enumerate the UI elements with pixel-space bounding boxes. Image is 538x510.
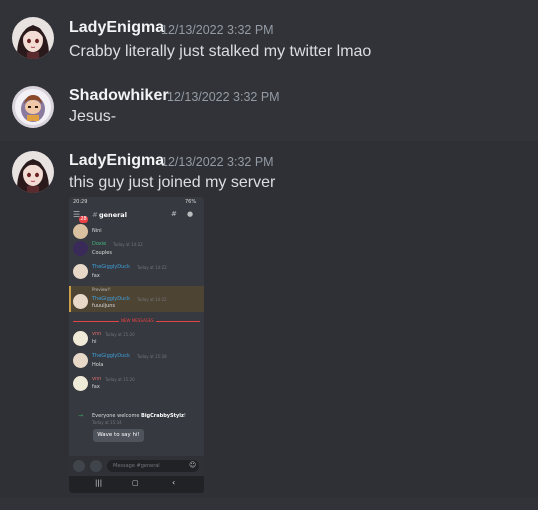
android-nav-bar: ||| ▢ ‹: [69, 476, 204, 493]
welcome-prefix: Everyone welcome: [92, 413, 142, 419]
welcome-message: Everyone welcome BigCrabbyStylz!: [92, 413, 186, 419]
join-arrow-icon: →: [78, 412, 84, 419]
message-content: Crabby literally just stalked my twitter…: [69, 43, 372, 60]
phone-timestamp: Today at 14:22: [137, 297, 167, 302]
phone-author: vnn: [92, 331, 102, 337]
phone-message-text: Hola: [92, 362, 104, 368]
phone-timestamp: Today at 14:22: [113, 242, 143, 247]
members-icon[interactable]: ●: [187, 210, 193, 218]
phone-message-text: fuuuljuns: [92, 303, 115, 309]
message-content: this guy just joined my server: [69, 174, 276, 191]
message-input[interactable]: Message #general ☺: [107, 460, 199, 472]
back-icon[interactable]: ‹: [172, 478, 175, 487]
author-name[interactable]: LadyEnigma: [69, 19, 164, 37]
author-name[interactable]: LadyEnigma: [69, 152, 164, 170]
channel-hash-icon: #: [92, 211, 98, 219]
avatar: [73, 331, 88, 346]
phone-author: vnn: [92, 376, 102, 382]
message-input-bar: Message #general ☺: [69, 456, 204, 476]
message-timestamp: 12/13/2022 3:32 PM: [167, 90, 280, 104]
phone-message-text: fax: [92, 384, 100, 390]
phone-author: TheGigglyDuck: [92, 264, 130, 270]
gift-icon[interactable]: [90, 460, 102, 472]
phone-author: Doxie: [92, 241, 107, 247]
avatar: [73, 294, 88, 309]
phone-author: TheGigglyDuck: [92, 296, 130, 302]
phone-battery: 76%: [185, 199, 197, 205]
plus-icon[interactable]: [73, 460, 85, 472]
avatar-ladyenigma[interactable]: [12, 17, 54, 59]
unread-badge: 28: [79, 216, 88, 223]
phone-message-text: Nini: [92, 228, 102, 234]
message-content: Jesus-: [69, 108, 117, 125]
welcome-user: BigCrabbyStylz: [141, 413, 184, 419]
avatar-shadowhiker[interactable]: [12, 86, 54, 128]
welcome-suffix: !: [183, 413, 186, 419]
avatar: [73, 224, 88, 239]
image-attachment[interactable]: 20:29 76% ☰ 28 # general # ● Nini Doxie …: [69, 197, 204, 493]
threads-icon[interactable]: #: [171, 210, 177, 218]
phone-message-text: hi: [92, 339, 97, 345]
phone-author: TheGigglyDuck: [92, 353, 130, 359]
author-name[interactable]: Shadowhiker: [69, 87, 169, 105]
message-timestamp: 12/13/2022 3:32 PM: [161, 155, 274, 169]
channel-name: general: [99, 211, 127, 219]
avatar: [73, 376, 88, 391]
phone-timestamp: Today at 15:20: [105, 377, 135, 382]
phone-message-text: Couples: [92, 250, 112, 256]
message-timestamp: 12/13/2022 3:32 PM: [161, 23, 274, 37]
chat-message-list: LadyEnigma 12/13/2022 3:32 PM Crabby lit…: [0, 0, 538, 510]
new-messages-label: NEW MESSAGES: [119, 318, 156, 323]
avatar-ladyenigma[interactable]: [12, 151, 54, 193]
phone-timestamp: Today at 15:34: [92, 420, 122, 425]
reply-preview: Preview!!: [92, 287, 111, 292]
phone-message-text: fax: [92, 273, 100, 279]
phone-timestamp: Today at 15:28: [137, 354, 167, 359]
message-input-placeholder: Message #general: [113, 463, 160, 469]
home-icon[interactable]: ▢: [132, 479, 139, 487]
emoji-icon[interactable]: ☺: [189, 461, 196, 469]
phone-timestamp: Today at 15:20: [105, 332, 135, 337]
recent-apps-icon[interactable]: |||: [95, 479, 102, 487]
wave-button[interactable]: Wave to say hi!: [93, 429, 144, 442]
avatar: [73, 264, 88, 279]
phone-status-time: 20:29: [73, 199, 88, 205]
phone-timestamp: Today at 14:22: [137, 265, 167, 270]
message-item: Shadowhiker 12/13/2022 3:32 PM Jesus-: [0, 76, 538, 141]
avatar: [73, 353, 88, 368]
message-item: LadyEnigma 12/13/2022 3:32 PM Crabby lit…: [0, 0, 538, 76]
avatar: [73, 241, 88, 256]
